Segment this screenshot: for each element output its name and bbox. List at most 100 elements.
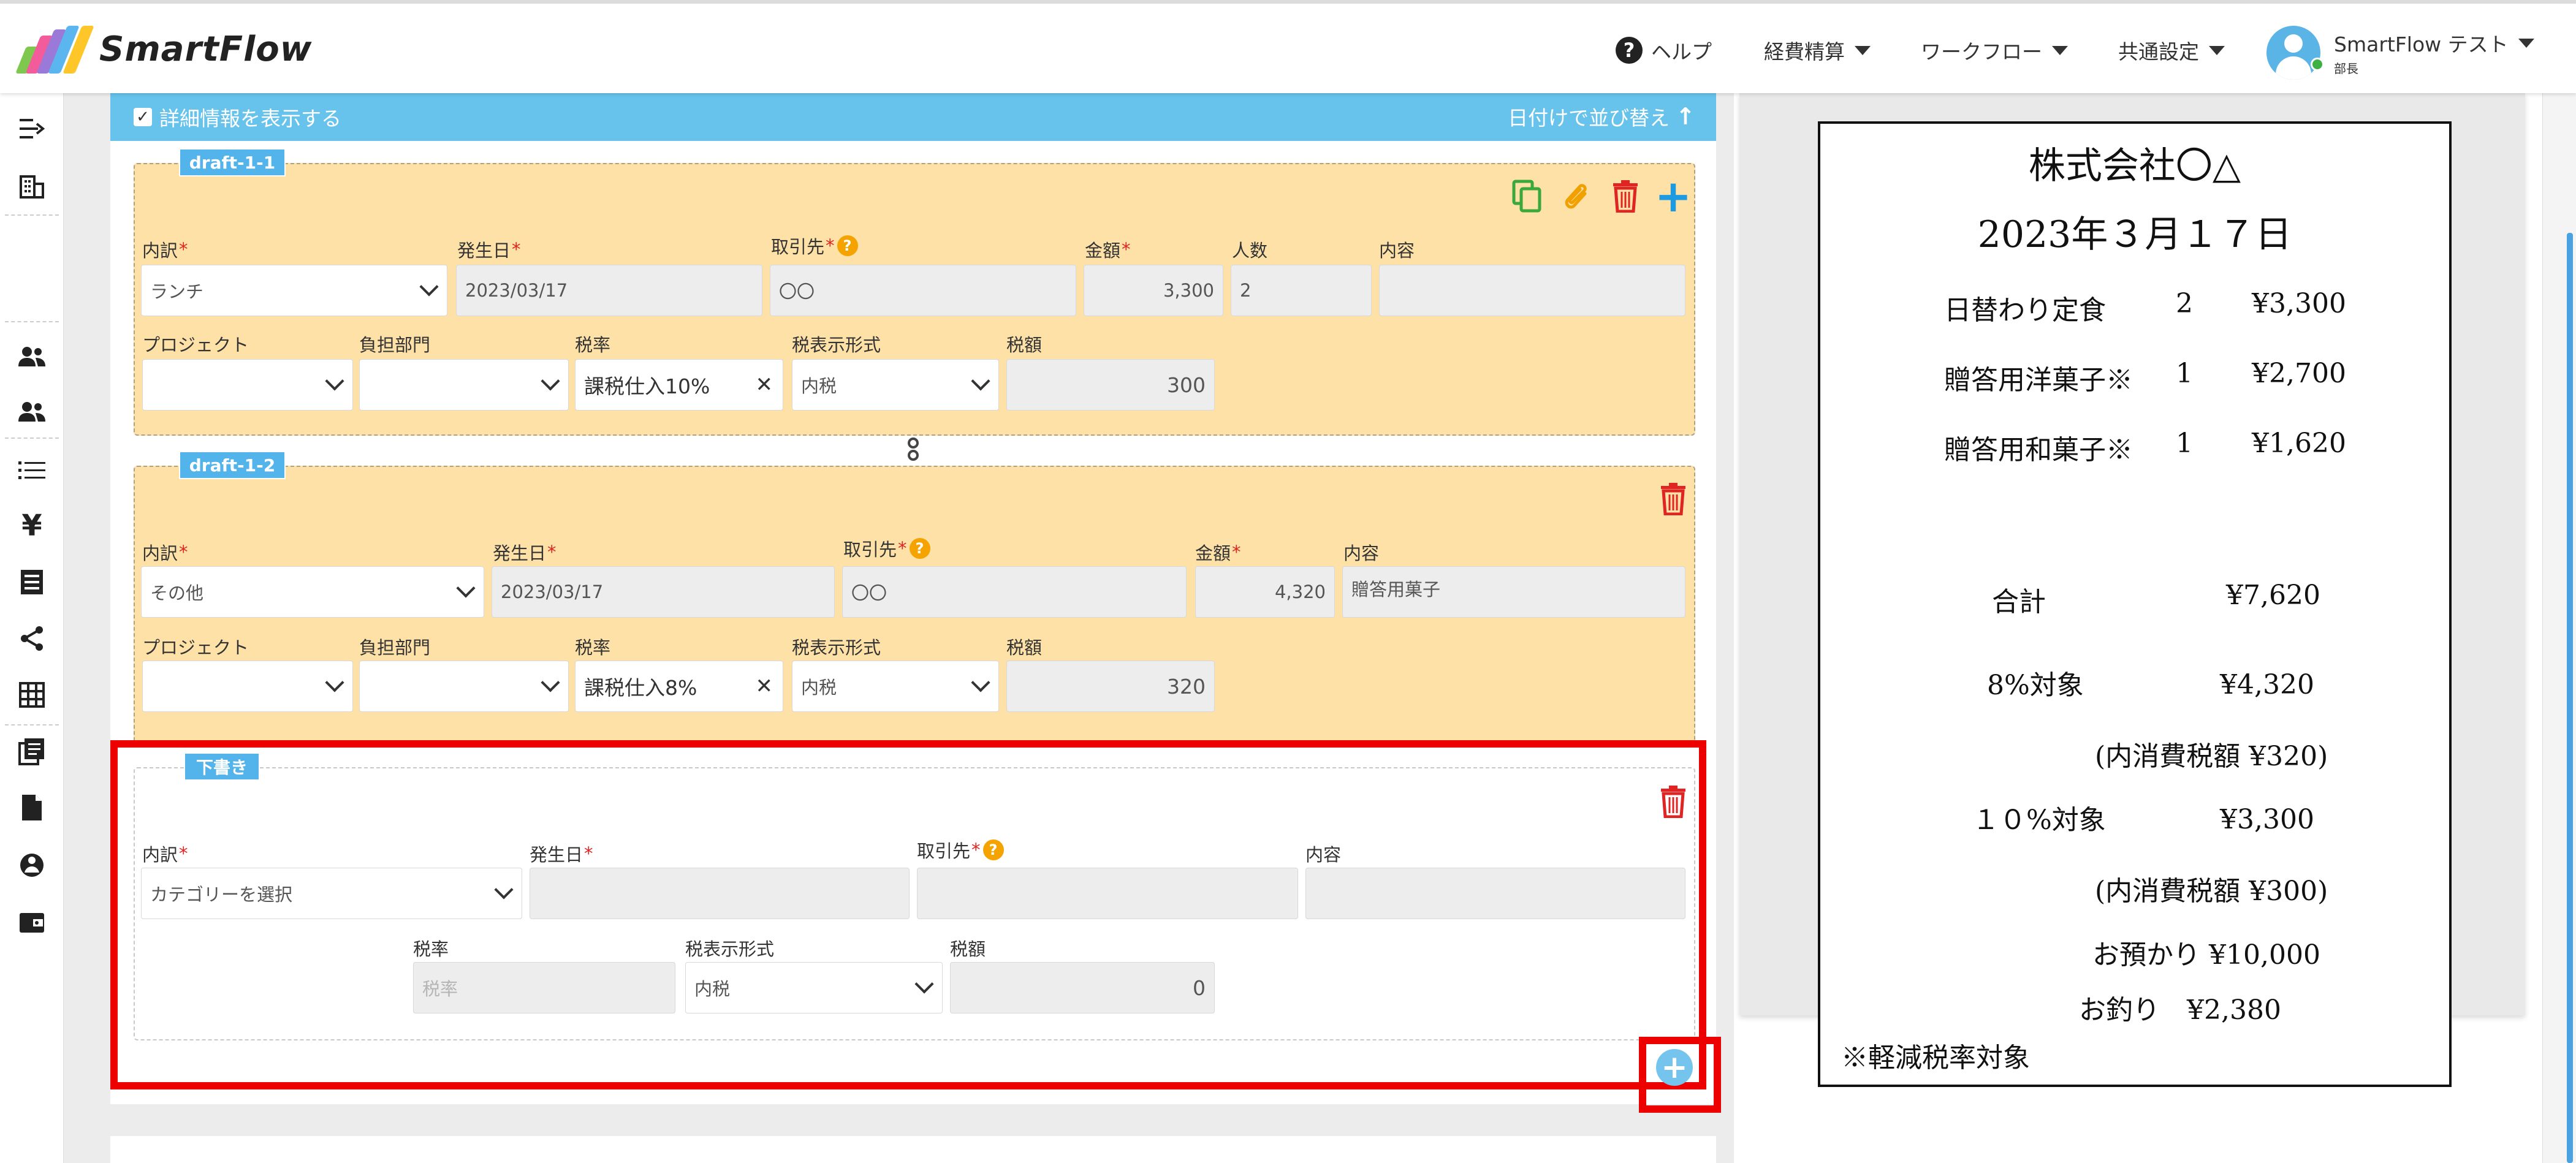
tax-display-label: 税表示形式	[792, 335, 881, 355]
receipt-item-name: 贈答用洋菓子※	[1944, 365, 2133, 396]
vendor-field[interactable]: 〇〇	[842, 566, 1187, 618]
vendor-field[interactable]: 〇〇	[770, 265, 1076, 316]
chevron-down-icon	[541, 371, 560, 391]
user-avatar[interactable]	[2266, 26, 2320, 80]
menu-workflow[interactable]: ワークフロー	[1921, 28, 2068, 72]
receipt-rate10-label: １０%対象	[1972, 805, 2106, 836]
trash-icon[interactable]	[1607, 178, 1644, 214]
scrollbar-thumb[interactable]	[2567, 233, 2573, 1163]
copy-icon[interactable]	[1509, 178, 1546, 214]
details-toolbar: ✓ 詳細情報を表示する 日付けで並び替え ↑	[110, 93, 1716, 141]
tax-amount-label: 税額	[1006, 637, 1043, 658]
sort-by-date-label: 日付けで並び替え	[1508, 106, 1670, 130]
menu-settings-label: 共通設定	[2118, 40, 2199, 64]
globe-icon[interactable]	[0, 847, 64, 884]
list-icon[interactable]	[0, 452, 64, 489]
chevron-down-icon	[456, 578, 476, 598]
wallet-icon[interactable]	[0, 903, 64, 940]
help-link[interactable]: ? ヘルプ	[1616, 28, 1712, 72]
receipt-rate10-tax: (内消費税額 ¥300)	[2095, 876, 2328, 907]
department-select[interactable]	[359, 661, 569, 712]
left-sidebar: ¥	[0, 93, 64, 1163]
project-label: プロジェクト	[142, 637, 249, 658]
receipt-item-price: ¥3,300	[2252, 288, 2346, 319]
receipt-received: お預かり ¥10,000	[2092, 939, 2320, 971]
receipt-item-price: ¥2,700	[2252, 358, 2346, 389]
documents-icon[interactable]	[0, 733, 64, 770]
chevron-down-icon	[971, 673, 990, 692]
date-label: 発生日 *	[493, 542, 557, 564]
tax-amount-field[interactable]: 300	[1006, 359, 1215, 411]
arrow-up-icon: ↑	[1676, 103, 1695, 130]
user-role: 部長	[2334, 61, 2358, 76]
project-select[interactable]	[142, 359, 353, 411]
company-icon[interactable]	[0, 168, 64, 205]
tax-rate-select[interactable]: 課税仕入8% ✕	[575, 661, 783, 712]
tax-rate-label: 税率	[575, 335, 611, 355]
receipt-item-qty: 1	[2176, 428, 2193, 459]
amount-field[interactable]: 4,320	[1195, 566, 1335, 618]
tax-display-select[interactable]: 内税	[792, 661, 999, 712]
description-field[interactable]: 贈答用菓子	[1342, 566, 1685, 618]
entry-tag: draft-1-2	[179, 451, 286, 479]
file-icon[interactable]	[0, 789, 64, 826]
receipt-item-name: 日替わり定食	[1944, 295, 2106, 326]
description-field[interactable]	[1379, 265, 1685, 316]
grid-icon[interactable]	[0, 676, 64, 713]
top-navigation-bar: SmartFlow ? ヘルプ 経費精算 ワークフロー 共通設定 SmartFl…	[0, 0, 2576, 93]
next-card	[110, 1136, 1716, 1163]
sort-by-date-button[interactable]: 日付けで並び替え ↑	[1508, 102, 1695, 131]
project-label: プロジェクト	[142, 335, 249, 355]
caret-down-icon	[2518, 38, 2534, 48]
user-menu[interactable]: SmartFlow テスト 部長	[2334, 28, 2534, 77]
team-icon[interactable]	[0, 393, 64, 430]
yen-icon[interactable]: ¥	[0, 507, 64, 544]
share-icon[interactable]	[0, 620, 64, 657]
show-details-checkbox[interactable]: ✓ 詳細情報を表示する	[134, 102, 341, 132]
department-select[interactable]	[359, 359, 569, 411]
chevron-down-icon	[419, 277, 439, 297]
category-select[interactable]: ランチ	[141, 265, 447, 316]
expand-icon[interactable]	[0, 110, 64, 147]
receipt-item-price: ¥1,620	[2252, 428, 2346, 459]
tax-display-select[interactable]: 内税	[792, 359, 999, 411]
plus-icon[interactable]: +	[1655, 170, 1692, 222]
tax-display-label: 税表示形式	[792, 637, 881, 658]
entry-tag: draft-1-1	[179, 148, 286, 176]
trash-icon[interactable]	[1655, 480, 1692, 517]
paperclip-icon[interactable]	[1558, 178, 1595, 214]
date-field[interactable]: 2023/03/17	[492, 566, 835, 618]
logo-mark-icon	[15, 25, 94, 74]
menu-expense[interactable]: 経費精算	[1764, 28, 1871, 72]
amount-field[interactable]: 3,300	[1084, 265, 1223, 316]
amount-label: 金額 *	[1085, 239, 1131, 261]
department-label: 負担部門	[359, 335, 431, 355]
people-label: 人数	[1232, 240, 1268, 261]
project-select[interactable]	[142, 661, 353, 712]
brand-name: SmartFlow	[99, 29, 313, 69]
smartflow-logo[interactable]: SmartFlow	[15, 25, 313, 74]
tax-rate-label: 税率	[575, 637, 611, 658]
menu-settings[interactable]: 共通設定	[2118, 28, 2225, 72]
help-question-icon: ?	[909, 538, 930, 559]
tax-amount-field[interactable]: 320	[1006, 661, 1215, 712]
link-chain-icon[interactable]	[906, 438, 921, 463]
receipt-total-label: 合計	[1992, 586, 2046, 618]
receipt-total: ¥7,620	[2226, 580, 2320, 611]
users-icon[interactable]	[0, 338, 64, 375]
receipt-rate10: ¥3,300	[2220, 804, 2314, 835]
chevron-down-icon	[325, 371, 344, 391]
tax-rate-select[interactable]: 課税仕入10% ✕	[575, 359, 783, 411]
menu-expense-label: 経費精算	[1764, 40, 1845, 64]
receipt-rate8-label: 8%対象	[1987, 670, 2084, 701]
vendor-label: 取引先 *?	[843, 536, 930, 561]
show-details-label: 詳細情報を表示する	[159, 107, 341, 131]
receipt-company: 株式会社〇△	[2028, 145, 2241, 188]
caret-down-icon	[1855, 45, 1871, 55]
receipt-icon[interactable]	[0, 564, 64, 600]
question-circle-icon: ?	[1616, 37, 1643, 64]
date-field[interactable]: 2023/03/17	[456, 265, 762, 316]
people-field[interactable]: 2	[1231, 265, 1372, 316]
date-label: 発生日 *	[457, 239, 521, 261]
category-select[interactable]: その他	[141, 566, 484, 618]
